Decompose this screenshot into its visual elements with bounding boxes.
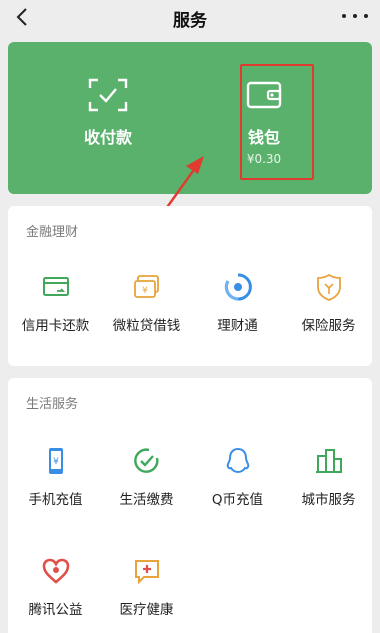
credit-card-icon xyxy=(42,277,69,296)
utility-payment-icon xyxy=(133,448,159,473)
life-item-label: 手机充值 xyxy=(28,492,83,508)
medical-icon xyxy=(134,560,159,585)
finance-section: 金融理财 信用卡还款 ¥ 微粒贷借钱 理财通 保险服务 xyxy=(8,206,372,366)
highlight-box xyxy=(240,64,314,180)
city-service-icon xyxy=(315,449,342,473)
wealth-management-button[interactable]: 理财通 xyxy=(192,272,283,352)
utility-payment-button[interactable]: 生活缴费 xyxy=(101,446,192,526)
more-dot-icon xyxy=(342,14,346,18)
tencent-charity-button[interactable]: 腾讯公益 xyxy=(10,556,101,633)
finance-item-label: 微粒贷借钱 xyxy=(112,318,181,334)
life-item-label: Q币充值 xyxy=(211,492,264,508)
qcoin-topup-button[interactable]: Q币充值 xyxy=(192,446,283,526)
loan-icon: ¥ xyxy=(133,275,159,298)
life-item-label: 医疗健康 xyxy=(119,602,174,618)
insurance-icon xyxy=(316,273,341,301)
insurance-button[interactable]: 保险服务 xyxy=(283,272,374,352)
more-options-button[interactable] xyxy=(342,6,368,26)
scan-pay-icon xyxy=(88,78,128,112)
credit-card-repay-button[interactable]: 信用卡还款 xyxy=(10,272,101,352)
life-services-section: 生活服务 ¥ 手机充值 生活缴费 Q币充值 城市服务 腾讯公益 医疗健康 xyxy=(8,378,372,633)
life-item-label: 生活缴费 xyxy=(119,492,174,508)
finance-item-label: 信用卡还款 xyxy=(21,318,90,334)
city-services-button[interactable]: 城市服务 xyxy=(283,446,374,526)
medical-health-button[interactable]: 医疗健康 xyxy=(101,556,192,633)
more-dot-icon xyxy=(353,14,357,18)
top-bar: 服务 xyxy=(0,0,380,38)
finance-section-title: 金融理财 xyxy=(26,225,79,240)
wealth-icon xyxy=(224,273,252,301)
svg-text:¥: ¥ xyxy=(142,286,148,296)
svg-text:¥: ¥ xyxy=(53,457,59,467)
life-section-title: 生活服务 xyxy=(26,397,79,412)
loan-button[interactable]: ¥ 微粒贷借钱 xyxy=(101,272,192,352)
charity-icon xyxy=(42,558,69,584)
finance-item-label: 保险服务 xyxy=(301,318,356,334)
finance-item-label: 理财通 xyxy=(217,318,258,334)
life-item-label: 城市服务 xyxy=(301,492,356,508)
page-title: 服务 xyxy=(173,11,207,31)
pay-receive-label: 收付款 xyxy=(83,128,132,147)
qcoin-icon xyxy=(226,447,249,474)
mobile-topup-button[interactable]: ¥ 手机充值 xyxy=(10,446,101,526)
phone-topup-icon: ¥ xyxy=(48,448,63,474)
more-dot-icon xyxy=(364,14,368,18)
life-item-label: 腾讯公益 xyxy=(28,602,83,618)
